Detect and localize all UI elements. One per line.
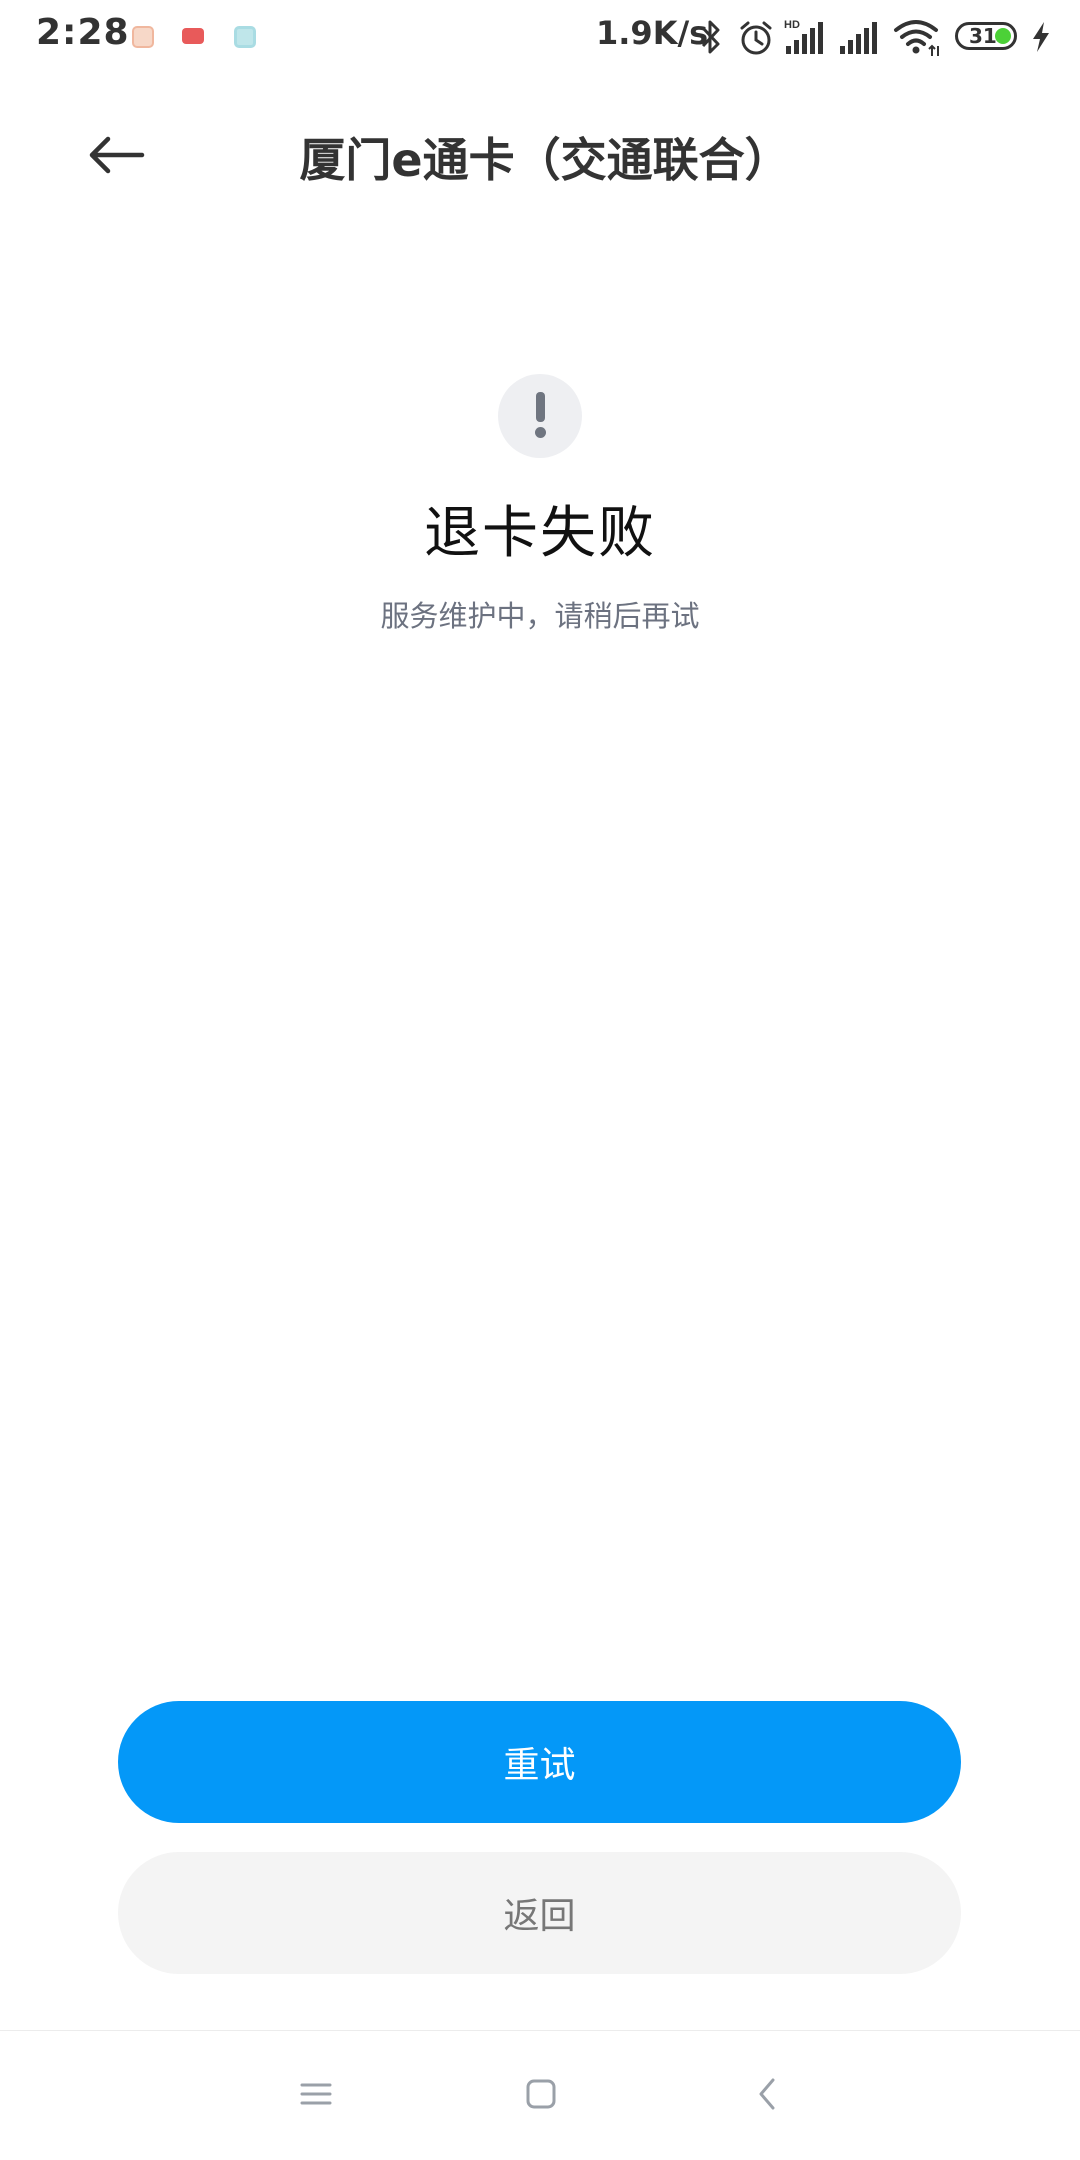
app-notification-icon: [234, 26, 256, 48]
system-back-button[interactable]: [728, 2059, 808, 2129]
home-button[interactable]: [501, 2059, 581, 2129]
app-header: 厦门e通卡（交通联合）: [0, 100, 1080, 210]
bluetooth-icon: [698, 18, 724, 60]
alert-icon-bar: [536, 392, 545, 422]
recents-button[interactable]: [276, 2059, 356, 2129]
svg-text:HD: HD: [784, 19, 800, 31]
signal-icon: [838, 18, 882, 60]
message-notification-icon: [182, 28, 204, 44]
battery-percent: 31: [969, 24, 997, 48]
charging-icon: [1030, 20, 1052, 58]
wifi-icon: [892, 18, 942, 62]
result-title: 退卡失败: [424, 501, 656, 566]
network-speed: 1.9K/s: [596, 14, 709, 52]
back-icon: [759, 2078, 775, 2110]
status-bar: 2:28 1.9K/s HD 31: [0, 0, 1080, 78]
alarm-icon: [736, 18, 776, 62]
menu-icon: [300, 2083, 332, 2105]
system-nav-bar: [0, 2031, 1080, 2160]
result-description: 服务维护中，请稍后再试: [380, 599, 700, 633]
retry-button[interactable]: 重试: [118, 1701, 961, 1823]
battery-icon: 31: [955, 22, 1017, 50]
return-button[interactable]: 返回: [118, 1852, 961, 1974]
battery-level: [995, 28, 1011, 44]
signal-hd-icon: HD: [784, 18, 830, 60]
alert-icon-dot: [535, 427, 546, 438]
home-icon: [526, 2079, 556, 2109]
page-title: 厦门e通卡（交通联合）: [299, 133, 791, 187]
status-time: 2:28: [36, 12, 130, 53]
alert-icon: [498, 374, 582, 458]
screen: 2:28 1.9K/s HD 31 厦门e通卡（交通联合） 退卡失败 服务维护中…: [0, 0, 1080, 2160]
app-notification-icon: [132, 26, 154, 48]
